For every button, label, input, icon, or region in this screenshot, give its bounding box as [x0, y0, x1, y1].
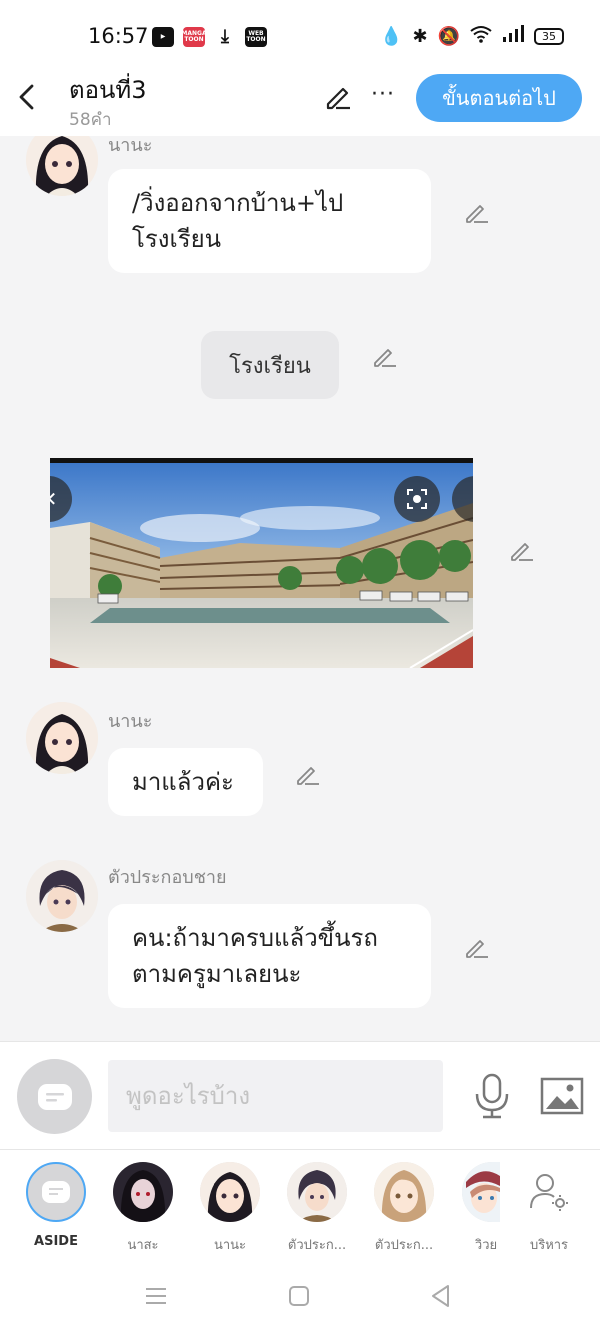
character-aside[interactable]: ASIDE — [16, 1162, 96, 1249]
bluetooth-icon: ✱ — [412, 26, 428, 47]
square-icon — [289, 1286, 309, 1306]
manage-icon-wrap — [519, 1162, 579, 1222]
avatar — [113, 1162, 173, 1222]
edit-message-button[interactable] — [463, 933, 491, 961]
back-button[interactable] — [14, 80, 42, 114]
next-step-button[interactable]: ขั้นตอนต่อไป — [416, 74, 582, 122]
triangle-back-icon — [432, 1285, 449, 1307]
pencil-icon — [466, 940, 488, 958]
battery-icon: 35 — [534, 28, 564, 45]
edit-title-button[interactable] — [322, 80, 354, 112]
aside-icon — [37, 1083, 72, 1110]
narration-bubble[interactable]: โรงเรียน — [201, 331, 339, 399]
avatar-nana[interactable] — [26, 136, 98, 196]
voice-input-button[interactable] — [472, 1072, 512, 1120]
character-nasa[interactable]: นาสะ — [103, 1162, 183, 1255]
status-app-icons: ▶ MANGA TOON ⤓ WEB TOON — [152, 27, 267, 47]
message-input[interactable] — [108, 1060, 443, 1132]
status-indicators: 💧 ✱ 🔕 35 — [380, 25, 564, 48]
pencil-icon — [374, 349, 396, 367]
chapter-header: ตอนที่3 58คำ ··· ขั้นตอนต่อไป — [0, 66, 600, 136]
character-name: นาสะ — [127, 1238, 159, 1253]
word-count: 58คำ — [69, 110, 112, 130]
character-name: บริหาร — [529, 1238, 569, 1253]
pencil-icon — [297, 767, 319, 785]
chat-area[interactable]: นานะ /วิ่งออกจากบ้าน+ไป โรงเรียน โรงเรีย… — [0, 136, 600, 1041]
character-female-extra[interactable]: ตัวประก... — [364, 1162, 444, 1255]
speaker-name: นานะ — [108, 136, 153, 156]
recent-apps-button[interactable] — [143, 1283, 173, 1309]
aside-avatar — [26, 1162, 86, 1222]
webtoon-icon: WEB TOON — [245, 27, 267, 47]
character-name: ASIDE — [34, 1234, 78, 1249]
menu-icon — [146, 1288, 166, 1304]
speaker-name: ตัวประกอบชาย — [108, 867, 227, 888]
edit-narration-button[interactable] — [371, 342, 399, 370]
data-saver-icon: 💧 — [380, 26, 403, 47]
wifi-icon — [470, 25, 492, 48]
avatar — [374, 1162, 434, 1222]
lens-icon[interactable] — [394, 476, 440, 522]
home-button[interactable] — [286, 1283, 316, 1309]
character-name: นานะ — [213, 1238, 247, 1253]
youtube-icon: ▶ — [152, 27, 174, 47]
insert-image-button[interactable] — [540, 1076, 584, 1116]
speaker-name: นานะ — [108, 711, 153, 732]
avatar — [462, 1162, 500, 1222]
school-photo[interactable]: ✕ — [50, 458, 473, 668]
download-icon: ⤓ — [221, 26, 229, 47]
avatar — [200, 1162, 260, 1222]
pencil-icon — [466, 205, 488, 223]
dialogue-bubble[interactable]: /วิ่งออกจากบ้าน+ไป โรงเรียน — [108, 169, 431, 273]
user-settings-icon — [530, 1174, 568, 1211]
character-name: ตัวประก... — [374, 1238, 434, 1253]
edit-image-button[interactable] — [508, 536, 536, 564]
character-nana[interactable]: นานะ — [190, 1162, 270, 1255]
pencil-icon — [326, 87, 350, 110]
system-back-button[interactable] — [428, 1283, 458, 1309]
signal-icon — [502, 25, 524, 48]
more-options-button[interactable]: ··· — [368, 80, 398, 112]
manga-toon-icon: MANGA TOON — [181, 27, 207, 47]
edit-message-button[interactable] — [294, 760, 322, 788]
edit-message-button[interactable] — [463, 198, 491, 226]
status-time: 16:57 — [88, 24, 149, 48]
character-name: ตัวประก... — [287, 1238, 347, 1253]
mute-icon: 🔕 — [437, 26, 460, 47]
status-bar: 16:57 ▶ MANGA TOON ⤓ WEB TOON 💧 ✱ 🔕 35 — [0, 0, 600, 66]
microphone-icon — [475, 1073, 509, 1119]
manage-characters-button[interactable]: บริหาร — [509, 1162, 589, 1255]
system-navigation-bar — [0, 1259, 600, 1333]
avatar-nana[interactable] — [26, 702, 98, 774]
character-selector: ASIDE นาสะ นานะ ตัวประก... ตัวประก... วิ… — [0, 1149, 600, 1259]
avatar-male-extra[interactable] — [26, 860, 98, 932]
pencil-icon — [511, 543, 533, 561]
avatar — [287, 1162, 347, 1222]
aside-toggle-button[interactable] — [17, 1059, 92, 1134]
dialogue-bubble[interactable]: มาแล้วค่ะ — [108, 748, 263, 816]
character-male-extra[interactable]: ตัวประก... — [277, 1162, 357, 1255]
dialogue-bubble[interactable]: คน:ถ้ามาครบแล้วขึ้นรถ ตามครูมาเลยนะ — [108, 904, 431, 1008]
chapter-title: ตอนที่3 — [69, 76, 147, 104]
chevron-left-icon — [19, 84, 34, 110]
message-input-bar — [0, 1041, 600, 1149]
image-icon — [540, 1077, 584, 1115]
